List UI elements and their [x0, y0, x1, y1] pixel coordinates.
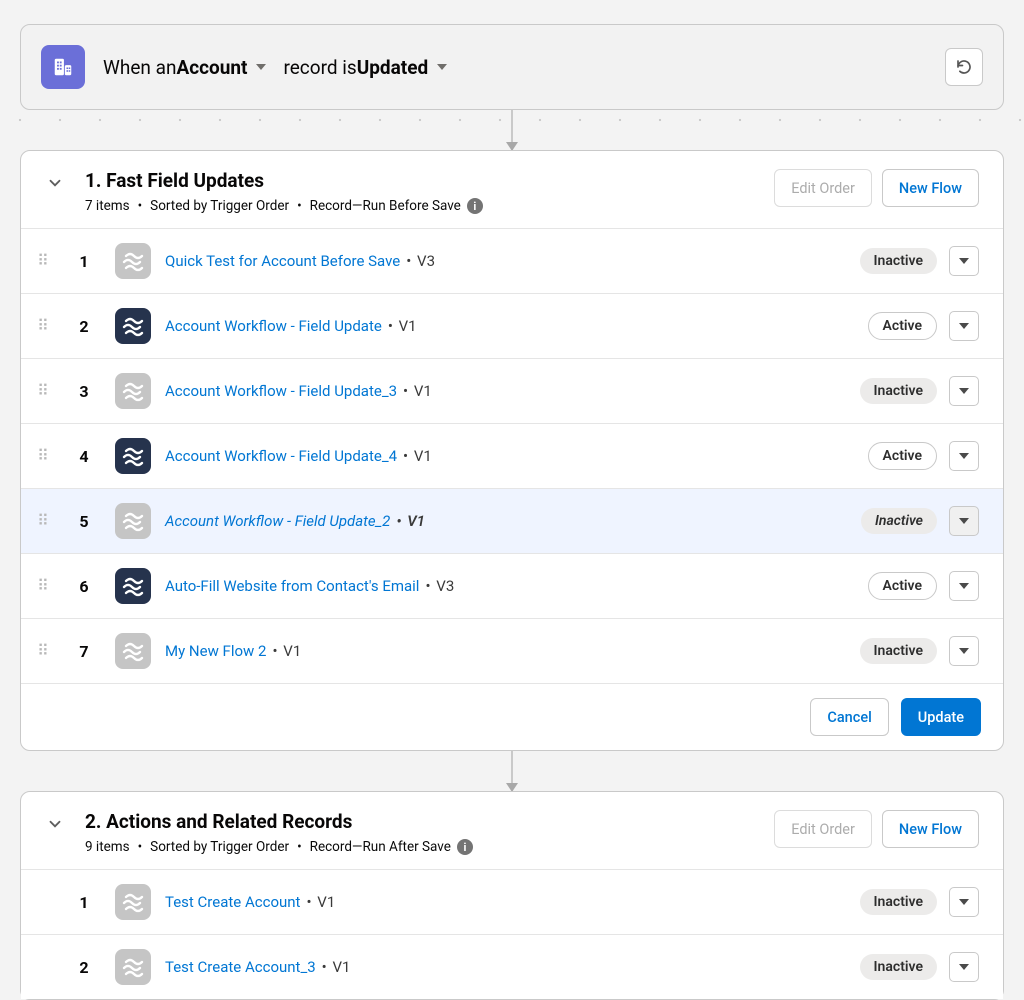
object-menu-icon[interactable]: [247, 64, 275, 70]
status-badge: Active: [868, 442, 937, 470]
edit-order-button: Edit Order: [774, 810, 872, 848]
row-actions-menu[interactable]: [949, 571, 979, 601]
row-order: 7: [73, 642, 95, 661]
table-row[interactable]: ⠿ 3 Account Workflow - Field Update_3 V1 Ina…: [21, 358, 1003, 423]
cancel-button[interactable]: Cancel: [810, 698, 888, 736]
connector: [20, 110, 1004, 150]
flow-name-link[interactable]: Test Create Account_3: [165, 958, 316, 976]
flow-icon: [115, 568, 151, 604]
flow-version: V3: [425, 577, 454, 595]
status-badge: Active: [868, 312, 937, 340]
status-badge: Inactive: [860, 638, 937, 664]
status-badge: Inactive: [861, 508, 937, 534]
flow-name-link[interactable]: Account Workflow - Field Update_4: [165, 447, 397, 465]
section-header: 2. Actions and Related Records 9 items•So…: [21, 792, 1003, 869]
section-card: 2. Actions and Related Records 9 items•So…: [20, 791, 1004, 1000]
table-row[interactable]: 2 Test Create Account_3 V1 Inactive: [21, 934, 1003, 999]
table-row[interactable]: ⠿ 7 My New Flow 2 V1 Inactive: [21, 618, 1003, 683]
flow-name-link[interactable]: Account Workflow - Field Update_2: [165, 512, 390, 530]
row-actions-menu[interactable]: [949, 246, 979, 276]
status-badge: Inactive: [860, 889, 937, 915]
status-badge: Inactive: [860, 954, 937, 980]
row-actions-menu[interactable]: [949, 952, 979, 982]
drag-handle-icon[interactable]: ⠿: [35, 453, 53, 459]
row-actions-menu[interactable]: [949, 506, 979, 536]
section-header: 1. Fast Field Updates 7 items•Sorted by T…: [21, 151, 1003, 228]
update-button[interactable]: Update: [901, 698, 981, 736]
row-actions-menu[interactable]: [949, 636, 979, 666]
flow-icon: [115, 633, 151, 669]
row-order: 2: [73, 958, 95, 977]
row-order: 2: [73, 317, 95, 336]
flow-version: V1: [403, 447, 432, 465]
section-subtitle: 7 items•Sorted by Trigger Order•Record—R…: [85, 198, 483, 214]
record-icon: [41, 45, 85, 89]
row-order: 3: [73, 382, 95, 401]
flow-name-link[interactable]: Test Create Account: [165, 893, 300, 911]
table-row[interactable]: ⠿ 6 Auto-Fill Website from Contact's Email…: [21, 553, 1003, 618]
drag-handle-icon[interactable]: ⠿: [35, 258, 53, 264]
chevron-down-icon[interactable]: [45, 814, 65, 834]
table-row[interactable]: 1 Test Create Account V1 Inactive: [21, 869, 1003, 934]
flow-icon: [115, 884, 151, 920]
row-order: 5: [73, 512, 95, 531]
flow-name-link[interactable]: Auto-Fill Website from Contact's Email: [165, 577, 419, 595]
section-footer: Cancel Update: [21, 683, 1003, 750]
flow-version: V1: [272, 642, 301, 660]
drag-handle-icon[interactable]: ⠿: [35, 583, 53, 589]
flow-icon: [115, 308, 151, 344]
drag-handle-icon[interactable]: ⠿: [35, 518, 53, 524]
row-actions-menu[interactable]: [949, 376, 979, 406]
flow-icon: [115, 243, 151, 279]
drag-handle-icon[interactable]: ⠿: [35, 388, 53, 394]
refresh-button[interactable]: [945, 48, 983, 86]
row-order: 1: [73, 252, 95, 271]
row-order: 1: [73, 893, 95, 912]
section-title: 2. Actions and Related Records: [85, 810, 473, 833]
flow-version: V3: [406, 252, 435, 270]
flow-name-link[interactable]: Account Workflow - Field Update_3: [165, 382, 397, 400]
section-title: 1. Fast Field Updates: [85, 169, 483, 192]
new-flow-button[interactable]: New Flow: [882, 169, 979, 207]
connector: [20, 751, 1004, 791]
table-row[interactable]: ⠿ 1 Quick Test for Account Before Save V3 In…: [21, 228, 1003, 293]
flow-version: V1: [322, 958, 351, 976]
status-badge: Inactive: [860, 248, 937, 274]
status-badge: Active: [868, 572, 937, 600]
row-actions-menu[interactable]: [949, 441, 979, 471]
info-icon[interactable]: i: [457, 839, 473, 855]
table-row[interactable]: ⠿ 2 Account Workflow - Field Update V1 Activ…: [21, 293, 1003, 358]
flow-name-link[interactable]: Quick Test for Account Before Save: [165, 252, 400, 270]
status-badge: Inactive: [860, 378, 937, 404]
table-row[interactable]: ⠿ 5 Account Workflow - Field Update_2 V1 Ina…: [21, 488, 1003, 553]
flow-version: V1: [388, 317, 417, 335]
flow-version: V1: [403, 382, 432, 400]
flow-version: V1: [306, 893, 335, 911]
section-card: 1. Fast Field Updates 7 items•Sorted by T…: [20, 150, 1004, 751]
edit-order-button: Edit Order: [774, 169, 872, 207]
row-actions-menu[interactable]: [949, 311, 979, 341]
row-order: 6: [73, 577, 95, 596]
flow-name-link[interactable]: My New Flow 2: [165, 642, 266, 660]
flow-icon: [115, 949, 151, 985]
chevron-down-icon[interactable]: [45, 173, 65, 193]
info-icon[interactable]: i: [467, 198, 483, 214]
drag-handle-icon[interactable]: ⠿: [35, 323, 53, 329]
row-order: 4: [73, 447, 95, 466]
drag-handle-icon[interactable]: ⠿: [35, 648, 53, 654]
event-menu-icon[interactable]: [428, 64, 456, 70]
trigger-node[interactable]: When an Account record is Updated: [20, 24, 1004, 110]
new-flow-button[interactable]: New Flow: [882, 810, 979, 848]
trigger-title: When an Account record is Updated: [103, 56, 456, 79]
flow-name-link[interactable]: Account Workflow - Field Update: [165, 317, 382, 335]
table-row[interactable]: ⠿ 4 Account Workflow - Field Update_4 V1 Act…: [21, 423, 1003, 488]
row-actions-menu[interactable]: [949, 887, 979, 917]
section-subtitle: 9 items•Sorted by Trigger Order•Record—R…: [85, 839, 473, 855]
flow-version: V1: [396, 512, 425, 530]
flow-icon: [115, 373, 151, 409]
flow-icon: [115, 438, 151, 474]
flow-icon: [115, 503, 151, 539]
